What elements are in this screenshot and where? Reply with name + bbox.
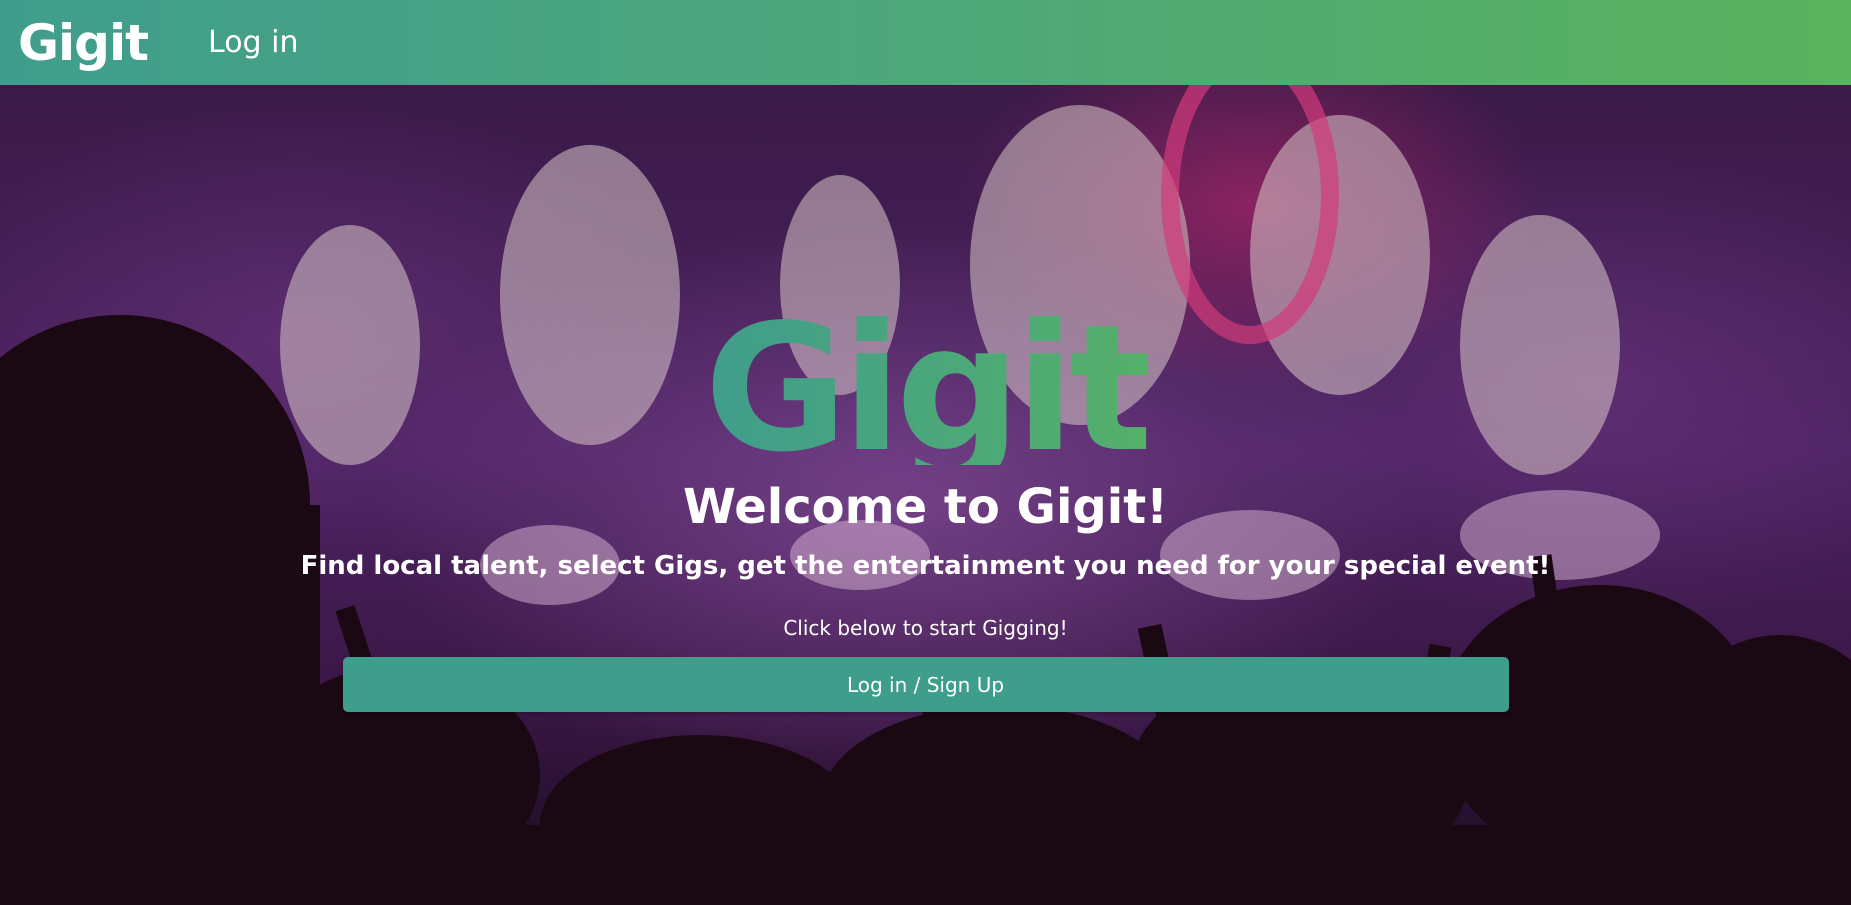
brand-logo[interactable]: Gigit — [18, 18, 149, 68]
welcome-heading: Welcome to Gigit! — [682, 479, 1169, 535]
hero-logo: Gigit — [704, 288, 1153, 491]
tagline-text: Find local talent, select Gigs, get the … — [300, 551, 1551, 581]
hero-content: Gigit Welcome to Gigit! Find local talen… — [0, 85, 1851, 905]
login-signup-button[interactable]: Log in / Sign Up — [342, 657, 1509, 712]
cta-prompt-text: Click below to start Gigging! — [783, 616, 1068, 640]
top-navbar: Gigit Log in — [0, 0, 1851, 85]
hero-section: Gigit Welcome to Gigit! Find local talen… — [0, 85, 1851, 905]
nav-login-link[interactable]: Log in — [208, 25, 298, 60]
